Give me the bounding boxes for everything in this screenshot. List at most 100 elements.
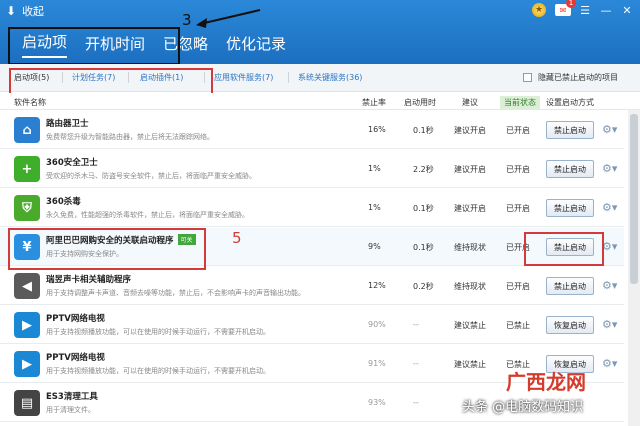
software-description: 用于支持调整声卡声道、音频去噪等功能，禁止后，不会影响声卡的声音输出功能。 (46, 289, 305, 297)
annotation-number-5: 5 (232, 229, 242, 247)
advice: 建议禁止 (454, 360, 486, 369)
startup-time: -- (413, 359, 419, 368)
current-status: 已开启 (506, 243, 530, 252)
col-current-status[interactable]: 当前状态 (500, 96, 540, 109)
es3-cleaner-icon: ▤ (14, 390, 40, 416)
table-row: ¥ 阿里巴巴网购安全的关联启动程序 可关 用于支持网购安全保护。 9% 0.1秒 维持现状 已… (0, 228, 624, 266)
startup-time: 0.1秒 (413, 204, 434, 213)
minimize-icon[interactable]: — (597, 2, 615, 18)
collapse-label: 收起 (22, 5, 45, 18)
disable-rate: 9% (368, 242, 381, 251)
toggle-startup-button[interactable]: 禁止启动 (546, 121, 594, 139)
disable-rate: 93% (368, 398, 386, 407)
gear-icon[interactable]: ⚙▾ (602, 201, 617, 214)
checkbox-box[interactable] (523, 73, 532, 82)
current-status: 已开启 (506, 282, 530, 291)
subtab-divider (288, 72, 289, 83)
col-disable-rate[interactable]: 禁止率 (362, 97, 386, 108)
gear-icon[interactable]: ⚙▾ (602, 123, 617, 136)
advice: 维持现状 (454, 282, 486, 291)
toggle-startup-button[interactable]: 恢复启动 (546, 316, 594, 334)
watermark-logo: 广西龙网 (506, 370, 586, 394)
software-description: 永久免费，性能超强的杀毒软件，禁止后，将面临严重安全威胁。 (46, 211, 249, 219)
software-name: PPTV网络电视 (46, 353, 105, 363)
speaker-icon: ◀ (14, 273, 40, 299)
toggle-startup-button[interactable]: 禁止启动 (546, 238, 594, 256)
gear-icon[interactable]: ⚙▾ (602, 240, 617, 253)
software-description: 免费帮您升级为智能路由器，禁止后将无法跟踪网络。 (46, 133, 214, 141)
disable-rate: 90% (368, 320, 386, 329)
subtab-divider (204, 72, 205, 83)
table-row: ▶ PPTV网络电视 用于支持视频播放功能，可以在使用的时候手动运行，不需要开机启动… (0, 306, 624, 344)
startup-time: 0.1秒 (413, 126, 434, 135)
main-tabs: 启动项 开机时间 已忽略 优化记录 (22, 31, 304, 58)
advice: 建议开启 (454, 126, 486, 135)
watermark-text: 头条 @电脑数码知识 (462, 400, 584, 415)
column-header: 软件名称 禁止率 启动用时 建议 当前状态 设置启动方式 (0, 93, 640, 110)
tab-ignored[interactable]: 已忽略 (163, 33, 208, 58)
window-controls: ★ ✉ ☰ — ✕ (532, 0, 636, 18)
table-row: +360安全卫士 受欢迎的杀木马、防盗号安全软件，禁止后，将面临严重安全威胁。 1%… (0, 150, 624, 188)
software-description: 用于清理文件。 (46, 406, 95, 414)
toggle-startup-button[interactable]: 禁止启动 (546, 277, 594, 295)
collapse-button[interactable]: ⬇ 收起 (6, 3, 44, 19)
disable-rate: 1% (368, 164, 381, 173)
table-row: ⛨ 360杀毒 永久免费，性能超强的杀毒软件，禁止后，将面临严重安全威胁。 1% 0.1… (0, 189, 624, 227)
annotation-number-3: 3 (182, 11, 192, 29)
subtab-startup-plugins[interactable]: 启动插件(1) (140, 72, 183, 83)
software-name: ES3清理工具 (46, 392, 98, 402)
gear-icon[interactable]: ⚙▾ (602, 162, 617, 175)
col-advice[interactable]: 建议 (462, 97, 478, 108)
pptv-icon: ▶ (14, 351, 40, 377)
current-status: 已开启 (506, 165, 530, 174)
startup-time: -- (413, 320, 419, 329)
toggle-startup-button[interactable]: 禁止启动 (546, 199, 594, 217)
subtab-system-services[interactable]: 系统关键服务(36) (298, 72, 362, 83)
tab-boot-time[interactable]: 开机时间 (85, 33, 145, 58)
pptv-icon: ▶ (14, 312, 40, 338)
software-name: 瑞昱声卡相关辅助程序 (46, 275, 132, 285)
subtab-startup[interactable]: 启动项(5) (14, 72, 49, 83)
tab-optimize-log[interactable]: 优化记录 (226, 33, 286, 58)
col-startup-time[interactable]: 启动用时 (404, 97, 436, 108)
sub-tab-bar: 启动项(5) 计划任务(7) 启动插件(1) 应用软件服务(7) 系统关键服务(… (0, 64, 640, 92)
subtab-divider (128, 72, 129, 83)
gear-icon[interactable]: ⚙▾ (602, 318, 617, 331)
software-name: 路由器卫士 (46, 119, 89, 129)
software-description: 受欢迎的杀木马、防盗号安全软件，禁止后，将面临严重安全威胁。 (46, 172, 256, 180)
subtab-app-services[interactable]: 应用软件服务(7) (214, 72, 273, 83)
advice: 建议禁止 (454, 321, 486, 330)
software-description: 用于支持视频播放功能，可以在使用的时候手动运行，不需要开机启动。 (46, 367, 270, 375)
gear-icon[interactable]: ⚙▾ (602, 279, 617, 292)
router-icon: ⌂ (14, 117, 40, 143)
coin-icon[interactable]: ★ (532, 3, 546, 17)
software-name: 阿里巴巴网购安全的关联启动程序 可关 (46, 234, 196, 246)
tab-startup-items[interactable]: 启动项 (22, 31, 68, 58)
scroll-thumb[interactable] (630, 114, 638, 284)
menu-icon[interactable]: ☰ (576, 2, 594, 18)
table-row: ⌂ 路由器卫士免费帮您升级为智能路由器，禁止后将无法跟踪网络。 16% 0.1秒 建议开… (0, 111, 624, 149)
col-name[interactable]: 软件名称 (14, 97, 46, 108)
startup-time: -- (413, 398, 419, 407)
current-status: 已禁止 (506, 321, 530, 330)
advice: 建议开启 (454, 204, 486, 213)
software-description: 用于支持视频播放功能，可以在使用的时候手动运行，不需要开机启动。 (46, 328, 270, 336)
toggle-startup-button[interactable]: 禁止启动 (546, 160, 594, 178)
gear-icon[interactable]: ⚙▾ (602, 357, 617, 370)
disable-rate: 1% (368, 203, 381, 212)
software-name: 360安全卫士 (46, 158, 98, 168)
hide-disabled-checkbox[interactable]: 隐藏已禁止启动的项目 (523, 72, 618, 83)
startup-time: 0.2秒 (413, 282, 434, 291)
current-status: 已开启 (506, 126, 530, 135)
360-antivirus-icon: ⛨ (14, 195, 40, 221)
software-description: 用于支持网购安全保护。 (46, 250, 123, 258)
advice: 维持现状 (454, 243, 486, 252)
alipay-icon: ¥ (14, 234, 40, 260)
mail-icon[interactable]: ✉ (555, 0, 576, 16)
close-icon[interactable]: ✕ (618, 2, 636, 18)
subtab-scheduled-tasks[interactable]: 计划任务(7) (72, 72, 115, 83)
disable-rate: 16% (368, 125, 386, 134)
hide-disabled-label: 隐藏已禁止启动的项目 (538, 73, 618, 82)
startup-time: 2.2秒 (413, 165, 434, 174)
scrollbar[interactable] (628, 110, 640, 426)
